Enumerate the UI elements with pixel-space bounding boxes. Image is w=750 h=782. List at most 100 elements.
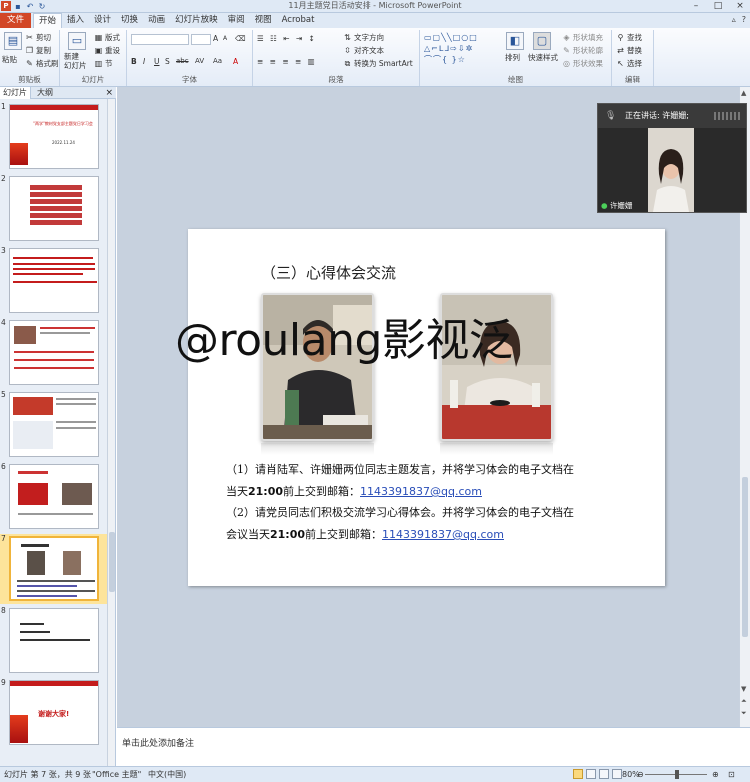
close-pane-button[interactable]: ×: [105, 87, 113, 99]
arrange-button[interactable]: 排列: [505, 52, 520, 63]
slide-thumbnail-7[interactable]: 7: [0, 534, 108, 604]
slide-paragraph-2-line-2[interactable]: 会议当天21:00前上交到邮箱：1143391837@qq.com: [226, 524, 504, 546]
grow-font-button[interactable]: A: [213, 34, 218, 43]
tab-animations[interactable]: 动画: [143, 13, 170, 29]
notes-placeholder[interactable]: 单击此处添加备注: [122, 736, 194, 749]
prev-slide-icon[interactable]: ⏶: [741, 697, 747, 706]
new-slide-icon[interactable]: ▭: [68, 32, 86, 50]
next-slide-icon[interactable]: ⏷: [741, 709, 747, 718]
close-button[interactable]: ×: [732, 0, 748, 12]
slides-pane-scrollbar[interactable]: [107, 99, 115, 766]
layout-button[interactable]: ▦ 版式: [94, 32, 120, 43]
shadow-text-button[interactable]: S: [165, 57, 170, 66]
party-emblem-icon: [10, 143, 28, 165]
deadline-time: 21:00: [248, 485, 284, 498]
collapse-ribbon-icon[interactable]: ▵: [732, 15, 736, 24]
slide-title[interactable]: （三）心得体会交流: [261, 262, 396, 283]
quick-styles-button[interactable]: 快速样式: [528, 52, 558, 63]
tab-acrobat[interactable]: Acrobat: [277, 13, 320, 29]
language-indicator[interactable]: 中文(中国): [148, 767, 186, 782]
help-icon[interactable]: ?: [742, 15, 746, 24]
notes-pane[interactable]: 单击此处添加备注: [117, 727, 750, 766]
zoom-out-icon[interactable]: ⊖: [637, 767, 644, 782]
shape-fill-button[interactable]: ◈ 形状填充: [562, 32, 603, 43]
scroll-down-icon[interactable]: ▼: [741, 685, 746, 693]
tab-insert[interactable]: 插入: [62, 13, 89, 29]
format-painter-button[interactable]: ✎ 格式刷: [25, 58, 58, 69]
shrink-font-button[interactable]: A: [223, 35, 227, 42]
slide-thumbnail-5[interactable]: 5: [0, 390, 108, 460]
slideshow-icon[interactable]: [612, 769, 622, 779]
thumb-text-line: [21, 544, 49, 547]
reading-view-icon[interactable]: [599, 769, 609, 779]
tab-design[interactable]: 设计: [89, 13, 116, 29]
shape-outline-button[interactable]: ✎ 形状轮廓: [562, 45, 603, 56]
slide-thumbnail-1[interactable]: 1 "两学"教材党支部主题党日学习会 2022.11.24: [0, 102, 108, 172]
slide-paragraph-1-line-2[interactable]: 当天21:00前上交到邮箱：1143391837@qq.com: [226, 481, 482, 503]
scrollbar-thumb[interactable]: [742, 477, 748, 637]
slide-thumbnail-2[interactable]: 2: [0, 174, 108, 244]
minimize-button[interactable]: –: [688, 0, 704, 12]
tab-home[interactable]: 开始: [33, 13, 63, 29]
text-direction-button[interactable]: ⇅ 文字方向: [343, 32, 384, 43]
align-buttons-icon[interactable]: ≡ ≡ ≡ ≡ ▥: [257, 57, 317, 66]
tab-review[interactable]: 审阅: [223, 13, 250, 29]
fit-to-window-icon[interactable]: ⊡: [728, 767, 735, 782]
zoom-in-icon[interactable]: ⊕: [712, 767, 719, 782]
shape-gallery-icon[interactable]: ▭▢╲╲□○□ △⌐ᒪᒧ⇨⇩✲ ⌒⌒{ }☆: [424, 32, 478, 65]
thumb-table: [13, 421, 53, 449]
char-spacing-button[interactable]: AV: [195, 57, 204, 65]
clear-format-icon[interactable]: ⌫: [235, 34, 246, 43]
copy-button[interactable]: ❐ 复制: [25, 45, 51, 56]
normal-view-icon[interactable]: [573, 769, 583, 779]
section-button[interactable]: ▥ 节: [94, 58, 113, 69]
quick-styles-icon[interactable]: ▢: [533, 32, 551, 50]
slide-sorter-icon[interactable]: [586, 769, 596, 779]
arrange-icon[interactable]: ◧: [506, 32, 524, 50]
font-family-combo[interactable]: [131, 34, 189, 45]
scrollbar-thumb[interactable]: [109, 532, 115, 592]
new-slide-button[interactable]: 新建 幻灯片: [64, 52, 87, 70]
bold-button[interactable]: B: [131, 57, 137, 66]
tab-file[interactable]: 文件: [0, 13, 31, 28]
font-color-icon[interactable]: A: [233, 57, 238, 66]
email-link[interactable]: 1143391837@qq.com: [382, 528, 504, 541]
shape-effects-button[interactable]: ◎ 形状效果: [562, 58, 603, 69]
tab-view[interactable]: 视图: [250, 13, 277, 29]
smartart-button[interactable]: ⧉ 转换为 SmartArt: [343, 58, 413, 69]
strikethrough-button[interactable]: abc: [176, 57, 189, 65]
list-buttons-icon[interactable]: ☰ ☷ ⇤ ⇥ ↕: [257, 34, 317, 43]
slide-thumbnail-8[interactable]: 8: [0, 606, 108, 676]
slide-thumbnail-3[interactable]: 3: [0, 246, 108, 316]
scroll-up-icon[interactable]: ▲: [741, 89, 746, 97]
tab-slides-thumbnails[interactable]: 幻灯片: [0, 87, 31, 99]
tab-transitions[interactable]: 切换: [116, 13, 143, 29]
tab-outline[interactable]: 大纲: [34, 87, 56, 99]
slide-thumbnail-4[interactable]: 4: [0, 318, 108, 388]
font-size-combo[interactable]: [191, 34, 211, 45]
slide-paragraph-2-line-1[interactable]: （2）请党员同志们积极交流学习心得体会。并将学习体会的电子文档在: [226, 502, 574, 524]
slide-thumbnail-9[interactable]: 9 谢谢大家!: [0, 678, 108, 748]
slide-thumbnail-6[interactable]: 6: [0, 462, 108, 532]
zoom-slider-knob[interactable]: [675, 770, 679, 779]
underline-button[interactable]: U: [154, 57, 160, 66]
paste-icon[interactable]: ▤: [4, 32, 22, 50]
select-button[interactable]: ↖ 选择: [616, 58, 642, 69]
cut-button[interactable]: ✂ 剪切: [25, 32, 51, 43]
italic-button[interactable]: I: [143, 57, 145, 66]
maximize-button[interactable]: □: [710, 0, 726, 12]
find-button[interactable]: ⚲ 查找: [616, 32, 642, 43]
paste-button[interactable]: 粘贴: [2, 54, 17, 65]
align-text-button[interactable]: ⇳ 对齐文本: [343, 45, 384, 56]
reset-button[interactable]: ▣ 重设: [94, 45, 120, 56]
tab-slideshow[interactable]: 幻灯片放映: [170, 13, 223, 29]
email-link[interactable]: 1143391837@qq.com: [360, 485, 482, 498]
view-buttons: [573, 769, 622, 779]
thumb-photo: [14, 326, 36, 344]
reset-label: 重设: [105, 46, 120, 55]
change-case-button[interactable]: Aa: [213, 57, 222, 65]
current-slide[interactable]: （三）心得体会交流 （1）请肖陆军、许姗姗两位同志主题发言，并将学习体会的电子文…: [188, 229, 665, 586]
slide-paragraph-1-line-1[interactable]: （1）请肖陆军、许姗姗两位同志主题发言，并将学习体会的电子文档在: [226, 459, 574, 481]
video-conference-panel[interactable]: 🎙 正在讲话: 许姗姗; ● 许姗姗: [597, 103, 747, 213]
replace-button[interactable]: ⇄ 替换: [616, 45, 642, 56]
